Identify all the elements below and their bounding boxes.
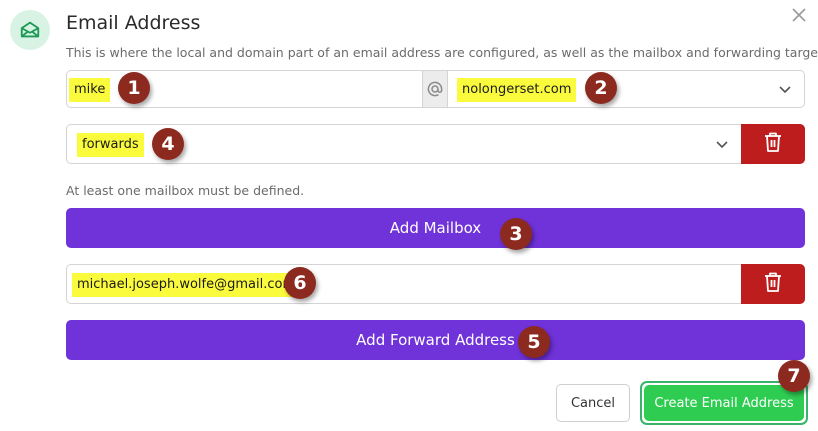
close-icon[interactable] — [790, 6, 808, 24]
callout-badge-2: 2 — [585, 72, 617, 104]
callout-badge-6: 6 — [284, 267, 316, 299]
create-email-address-button[interactable]: Create Email Address — [644, 385, 804, 421]
trash-icon — [764, 132, 782, 157]
forward-address-value: michael.joseph.wolfe@gmail.com — [72, 273, 301, 297]
dialog-description: This is where the local and domain part … — [66, 45, 818, 60]
add-forward-address-button[interactable]: Add Forward Address — [66, 320, 805, 360]
callout-badge-7: 7 — [778, 360, 810, 392]
callout-badge-1: 1 — [118, 72, 150, 104]
cancel-button[interactable]: Cancel — [556, 384, 630, 422]
at-symbol — [423, 70, 447, 108]
mailbox-hint: At least one mailbox must be defined. — [66, 183, 305, 198]
trash-icon — [764, 272, 782, 297]
callout-badge-5: 5 — [518, 326, 550, 358]
delete-mailbox-button[interactable] — [741, 124, 805, 164]
delete-forward-button[interactable] — [741, 264, 805, 304]
chevron-down-icon — [715, 138, 729, 152]
envelope-icon — [10, 10, 50, 50]
callout-badge-3: 3 — [500, 218, 532, 250]
domain-select[interactable]: nolongerset.com — [447, 70, 805, 108]
local-part-value: mike — [69, 78, 111, 102]
forward-address-input[interactable]: michael.joseph.wolfe@gmail.com — [66, 264, 742, 304]
dialog-title: Email Address — [66, 12, 201, 34]
domain-value: nolongerset.com — [457, 78, 577, 102]
mailbox-value: forwards — [77, 133, 144, 157]
chevron-down-icon — [778, 83, 792, 97]
add-mailbox-button[interactable]: Add Mailbox — [66, 208, 805, 248]
callout-badge-4: 4 — [152, 128, 184, 160]
